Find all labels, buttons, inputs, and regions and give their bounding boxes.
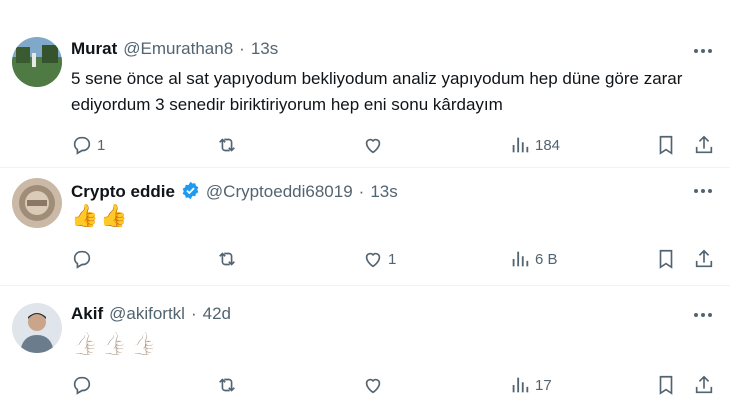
retweet-icon xyxy=(219,378,235,392)
view-count: 184 xyxy=(535,136,561,154)
retweet-button[interactable] xyxy=(216,133,242,157)
bookmark-button[interactable] xyxy=(655,247,677,271)
tweet-text: 5 sene önce al sat yapıyodum bekliyodum … xyxy=(71,69,683,114)
tweet-header: Murat @Emurathan8 · 13s xyxy=(71,39,670,59)
display-name[interactable]: Crypto eddie xyxy=(71,182,175,202)
action-bar: 1 184 xyxy=(71,133,718,157)
more-icon[interactable] xyxy=(692,180,714,202)
bookmark-icon xyxy=(659,249,673,269)
tweet-header: Crypto eddie @Cryptoeddi68019 · 13s xyxy=(71,178,670,202)
retweet-icon xyxy=(219,252,235,266)
timestamp[interactable]: 13s xyxy=(370,182,397,202)
thumbs-up-emoji: 👍 xyxy=(100,203,128,228)
retweet-button[interactable] xyxy=(216,373,242,397)
separator-dot: · xyxy=(190,304,197,323)
reply-count: 1 xyxy=(97,136,106,154)
action-bar: 1 6 B xyxy=(71,247,718,271)
bookmark-icon xyxy=(659,375,673,395)
share-button[interactable] xyxy=(693,373,715,397)
separator-dot: · xyxy=(239,39,245,58)
reply-button[interactable] xyxy=(71,373,97,397)
retweet-icon xyxy=(219,138,235,152)
bookmark-icon xyxy=(659,135,673,155)
like-icon xyxy=(365,252,381,268)
like-icon xyxy=(365,138,381,154)
views-button[interactable]: 17 xyxy=(509,373,552,397)
separator-dot: · xyxy=(358,182,365,201)
views-icon xyxy=(512,251,529,267)
avatar[interactable] xyxy=(12,178,62,228)
like-button[interactable] xyxy=(362,373,388,397)
tweet[interactable]: Crypto eddie @Cryptoeddi68019 · 13s 👍👍 1… xyxy=(0,167,730,285)
display-name[interactable]: Murat xyxy=(71,39,117,59)
verified-badge-icon xyxy=(181,181,200,200)
display-name[interactable]: Akif xyxy=(71,304,103,324)
share-icon xyxy=(695,375,713,394)
thumbs-up-emoji: 👍🏻 xyxy=(129,331,158,356)
views-icon xyxy=(512,377,529,393)
bookmark-button[interactable] xyxy=(655,373,677,397)
tweet[interactable]: Akif @akifortkl · 42d 👍🏻👍🏻👍🏻 17 xyxy=(0,285,730,420)
reply-button[interactable] xyxy=(71,247,97,271)
share-icon xyxy=(695,249,713,268)
thumbs-up-emoji: 👍🏻 xyxy=(71,331,99,356)
reply-icon xyxy=(73,376,91,395)
timestamp[interactable]: 13s xyxy=(251,39,278,59)
share-icon xyxy=(695,135,713,154)
share-button[interactable] xyxy=(693,247,715,271)
reply-icon xyxy=(73,250,91,269)
thumbs-up-emoji: 👍 xyxy=(71,203,99,228)
timestamp[interactable]: 42d xyxy=(203,304,231,324)
views-icon xyxy=(512,137,529,153)
avatar[interactable] xyxy=(12,37,62,87)
views-button[interactable]: 184 xyxy=(509,133,560,157)
user-handle[interactable]: @Cryptoeddi68019 xyxy=(206,182,353,202)
bookmark-button[interactable] xyxy=(655,133,677,157)
tweet-emojis: 👍🏻👍🏻👍🏻 xyxy=(71,331,159,357)
reply-icon xyxy=(73,136,91,155)
view-count: 17 xyxy=(535,376,552,394)
avatar[interactable] xyxy=(12,303,62,353)
tweet-emojis: 👍👍 xyxy=(71,203,130,229)
like-button[interactable] xyxy=(362,133,388,157)
view-count: 6 B xyxy=(535,250,558,268)
user-handle[interactable]: @Emurathan8 xyxy=(123,39,233,59)
tweet-header: Akif @akifortkl · 42d xyxy=(71,304,670,324)
action-bar: 17 xyxy=(71,373,718,397)
user-handle[interactable]: @akifortkl xyxy=(109,304,185,324)
like-count: 1 xyxy=(388,250,397,268)
retweet-button[interactable] xyxy=(216,247,242,271)
tweet[interactable]: Murat @Emurathan8 · 13s 5 sene önce al s… xyxy=(0,0,730,167)
more-icon[interactable] xyxy=(692,304,714,326)
more-icon[interactable] xyxy=(692,40,714,62)
like-button[interactable]: 1 xyxy=(362,247,396,271)
like-icon xyxy=(365,378,381,394)
thumbs-up-emoji: 👍🏻 xyxy=(100,331,128,356)
views-button[interactable]: 6 B xyxy=(509,247,558,271)
reply-button[interactable]: 1 xyxy=(71,133,105,157)
reply-feed: Murat @Emurathan8 · 13s 5 sene önce al s… xyxy=(0,0,730,420)
share-button[interactable] xyxy=(693,133,715,157)
